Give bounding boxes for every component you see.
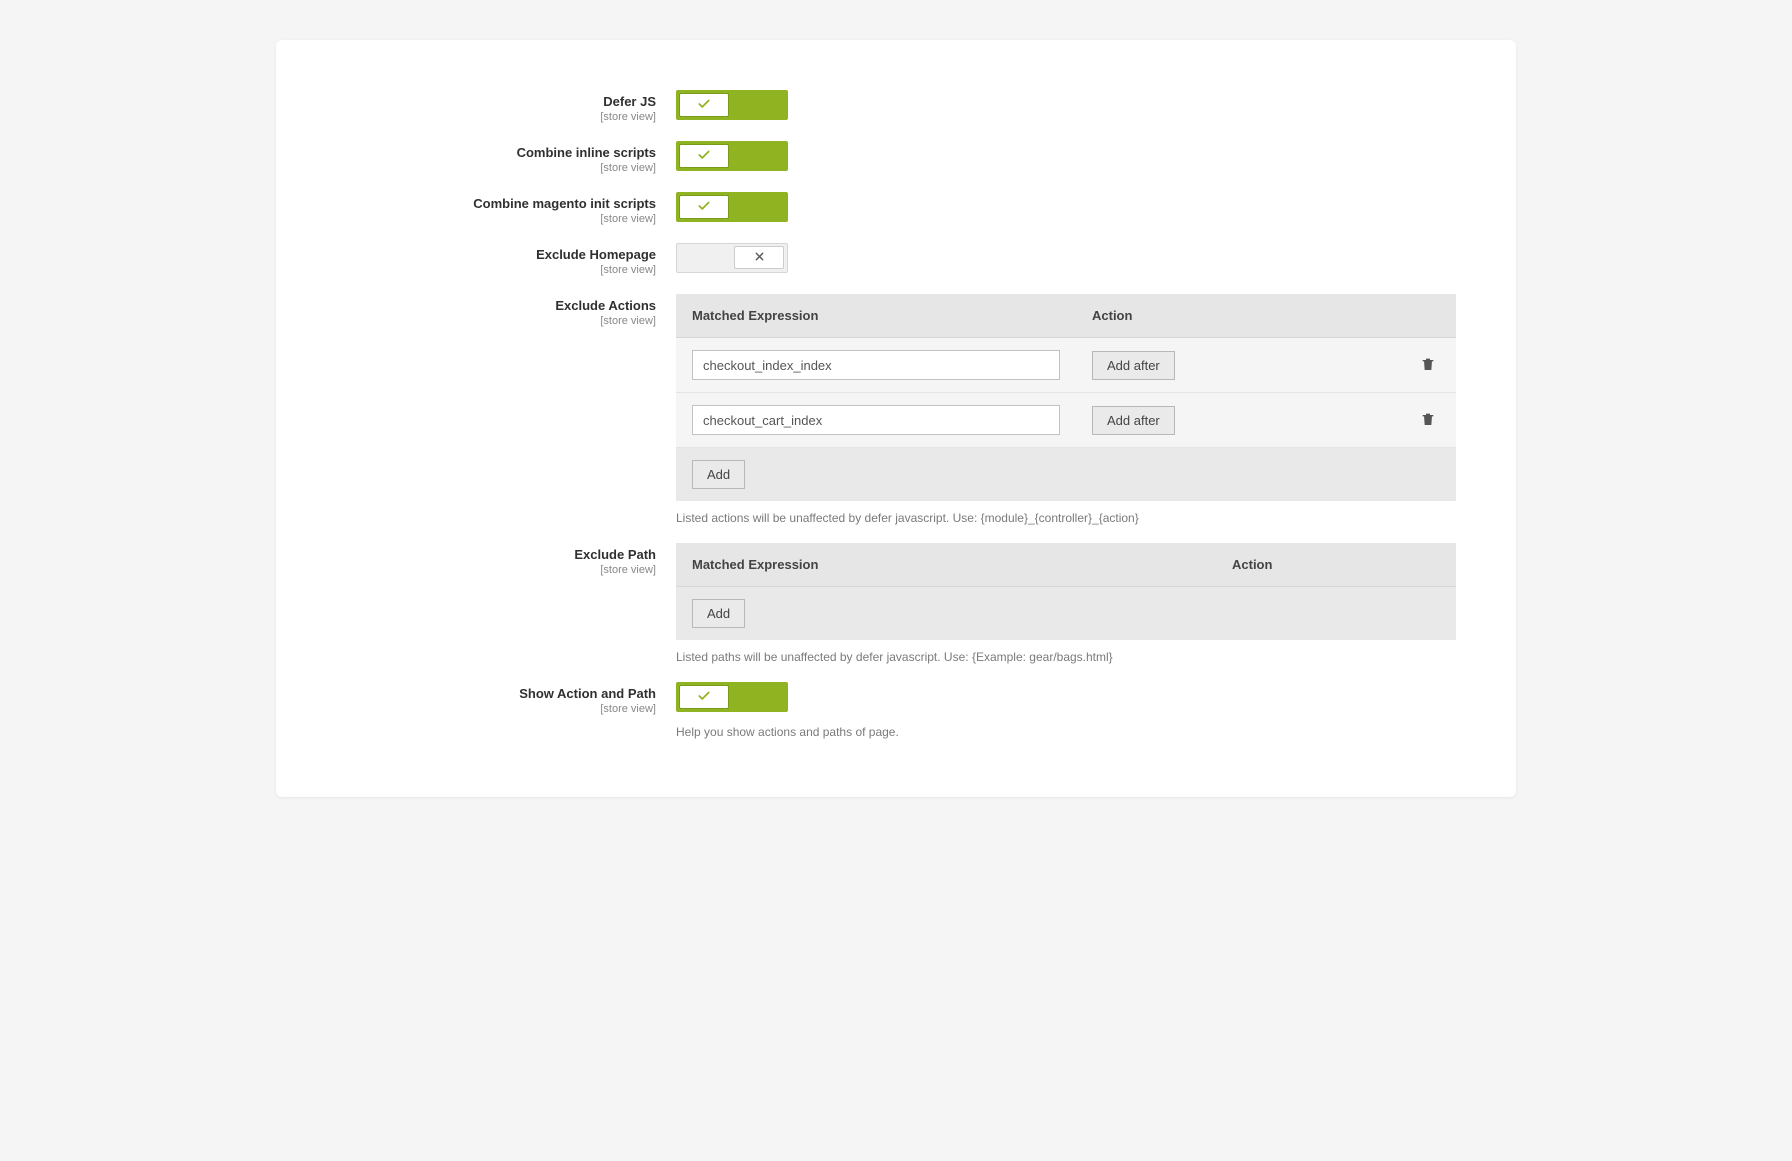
exclude-actions-hint: Listed actions will be unaffected by def… [676, 511, 1456, 525]
table-row: Add after [676, 338, 1456, 393]
combine-inline-toggle[interactable] [676, 141, 788, 171]
combine-init-toggle[interactable] [676, 192, 788, 222]
check-icon [697, 199, 711, 216]
add-button[interactable]: Add [692, 460, 745, 489]
delete-row-button[interactable] [1416, 406, 1440, 435]
column-header-action: Action [1216, 543, 1456, 587]
show-action-path-label: Show Action and Path [336, 686, 656, 701]
add-button[interactable]: Add [692, 599, 745, 628]
exclude-path-hint: Listed paths will be unaffected by defer… [676, 650, 1456, 664]
combine-init-label: Combine magento init scripts [336, 196, 656, 211]
exclude-actions-label: Exclude Actions [336, 298, 656, 313]
column-header-expression: Matched Expression [676, 543, 1216, 587]
scope-label: [store view] [336, 703, 656, 715]
exclude-actions-table: Matched Expression Action Add after [676, 294, 1456, 501]
column-header-expression: Matched Expression [676, 294, 1076, 338]
exclude-homepage-toggle[interactable] [676, 243, 788, 273]
trash-icon [1420, 416, 1436, 431]
exclude-path-table: Matched Expression Action Add [676, 543, 1456, 640]
expression-input[interactable] [692, 350, 1060, 380]
scope-label: [store view] [336, 564, 656, 576]
combine-inline-label: Combine inline scripts [336, 145, 656, 160]
check-icon [697, 148, 711, 165]
defer-js-label: Defer JS [336, 94, 656, 109]
scope-label: [store view] [336, 315, 656, 327]
check-icon [697, 689, 711, 706]
close-icon [754, 250, 765, 265]
scope-label: [store view] [336, 162, 656, 174]
check-icon [697, 97, 711, 114]
scope-label: [store view] [336, 264, 656, 276]
add-after-button[interactable]: Add after [1092, 406, 1175, 435]
add-after-button[interactable]: Add after [1092, 351, 1175, 380]
column-header-action: Action [1076, 294, 1456, 338]
expression-input[interactable] [692, 405, 1060, 435]
defer-js-toggle[interactable] [676, 90, 788, 120]
table-row: Add after [676, 393, 1456, 448]
show-action-path-hint: Help you show actions and paths of page. [676, 725, 1456, 739]
exclude-path-label: Exclude Path [336, 547, 656, 562]
exclude-homepage-label: Exclude Homepage [336, 247, 656, 262]
show-action-path-toggle[interactable] [676, 682, 788, 712]
scope-label: [store view] [336, 111, 656, 123]
scope-label: [store view] [336, 213, 656, 225]
delete-row-button[interactable] [1416, 351, 1440, 380]
trash-icon [1420, 361, 1436, 376]
